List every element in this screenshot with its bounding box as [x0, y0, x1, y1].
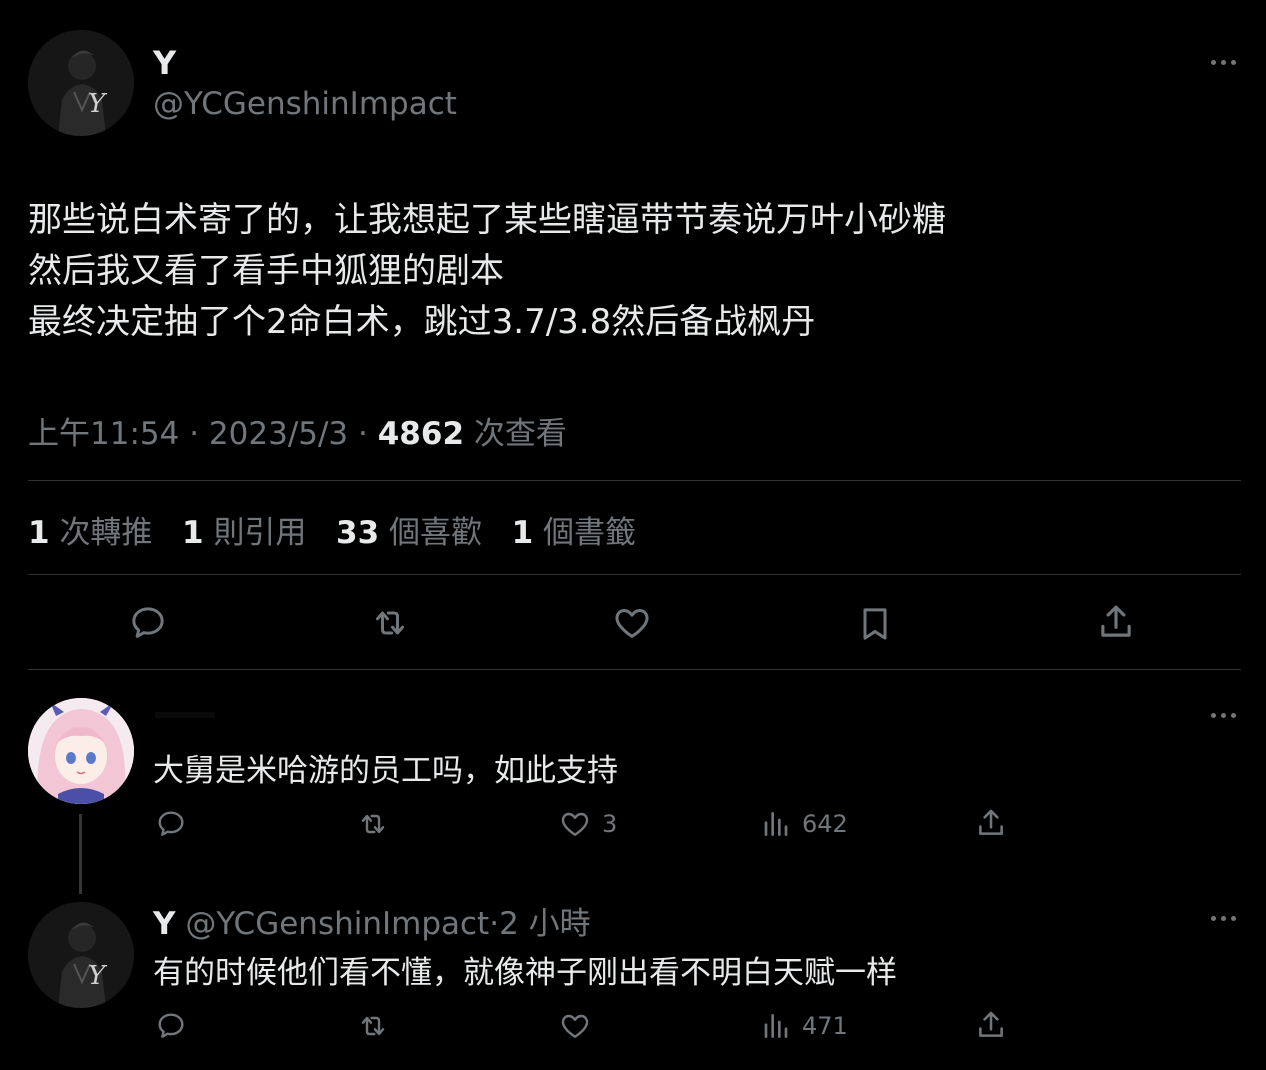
- more-options-button[interactable]: [1203, 908, 1243, 928]
- share-button[interactable]: [1095, 601, 1137, 643]
- meta-separator: ·: [358, 416, 368, 452]
- retweet-icon: [361, 814, 385, 834]
- reply-icon: [158, 811, 184, 836]
- retweet-button[interactable]: [356, 808, 390, 840]
- author-avatar[interactable]: Y: [28, 30, 134, 136]
- tweet-text: 那些说白术寄了的，让我想起了某些瞎逼带节奏说万叶小砂糖 然后我又看了看手中狐狸的…: [28, 195, 946, 348]
- like-count-link[interactable]: 33 個喜歡: [336, 515, 482, 551]
- like-button[interactable]: [611, 603, 653, 643]
- more-dot-icon: [1220, 712, 1226, 718]
- anime-avatar-image: [28, 698, 134, 804]
- reply-icon: [158, 1013, 184, 1038]
- like-button[interactable]: [558, 1010, 592, 1042]
- analytics-icon: [764, 812, 788, 836]
- bookmark-icon: [863, 608, 887, 640]
- more-dot-icon: [1210, 59, 1216, 65]
- more-dot-icon: [1230, 915, 1236, 921]
- views-button[interactable]: 642: [760, 808, 848, 840]
- heart-icon: [561, 1014, 589, 1038]
- share-icon: [1101, 605, 1131, 637]
- divider: [28, 480, 1241, 481]
- share-icon: [979, 1011, 1003, 1037]
- more-options-button[interactable]: [1203, 52, 1243, 72]
- tweet-date[interactable]: 2023/5/3: [209, 416, 348, 452]
- engagement-stats: 1 次轉推 1 則引用 33 個喜歡 1 個書籤: [28, 507, 636, 552]
- bookmark-button[interactable]: [855, 603, 895, 645]
- retweet-count-link[interactable]: 1 次轉推: [28, 515, 152, 551]
- tweet-line: 那些说白术寄了的，让我想起了某些瞎逼带节奏说万叶小砂糖: [28, 200, 946, 240]
- reply-button[interactable]: [155, 808, 187, 840]
- retweet-icon: [361, 1016, 385, 1036]
- view-count: 642: [802, 810, 848, 838]
- more-dot-icon: [1230, 59, 1236, 65]
- reply-text: 有的时候他们看不懂，就像神子刚出看不明白天赋一样: [153, 955, 897, 991]
- views-button[interactable]: 471: [760, 1010, 848, 1042]
- thread-line: [79, 814, 82, 894]
- author-handle[interactable]: @YCGenshinImpact: [185, 906, 489, 942]
- heart-icon: [615, 609, 649, 638]
- more-options-button[interactable]: [1203, 705, 1243, 725]
- more-dot-icon: [1220, 915, 1226, 921]
- view-count: 4862: [377, 416, 465, 452]
- share-icon: [979, 809, 1003, 835]
- author-name[interactable]: Y: [153, 44, 176, 82]
- redacted-name: [155, 712, 215, 718]
- divider: [28, 574, 1241, 575]
- divider: [28, 669, 1241, 670]
- tweet-line: 最终决定抽了个2命白术，跳过3.7/3.8然后备战枫丹: [28, 302, 816, 342]
- more-dot-icon: [1220, 59, 1226, 65]
- tweet-meta: 上午11:54 · 2023/5/3 · 4862 次查看: [28, 408, 567, 453]
- like-count: 3: [602, 810, 618, 838]
- tweet-time[interactable]: 上午11:54: [28, 416, 179, 452]
- meta-separator: ·: [489, 906, 500, 942]
- quote-count-link[interactable]: 1 則引用: [182, 515, 306, 551]
- more-dot-icon: [1210, 712, 1216, 718]
- retweet-button[interactable]: [356, 1010, 390, 1042]
- analytics-icon: [764, 1014, 788, 1038]
- svg-text:Y: Y: [88, 89, 108, 119]
- like-button[interactable]: 3: [558, 808, 617, 840]
- retweet-icon: [376, 611, 404, 635]
- author-name[interactable]: Y: [153, 906, 175, 942]
- more-dot-icon: [1230, 712, 1236, 718]
- meta-separator: ·: [189, 416, 200, 452]
- author-handle[interactable]: @YCGenshinImpact: [153, 86, 457, 122]
- reply-text: 大舅是米哈游的员工吗，如此支持: [153, 753, 618, 789]
- avatar-image: Y: [28, 30, 134, 136]
- reply-header: Y @YCGenshinImpact·2 小時: [153, 898, 591, 943]
- heart-icon: [561, 812, 589, 836]
- tweet-line: 然后我又看了看手中狐狸的剧本: [28, 251, 504, 291]
- reply-time[interactable]: 2 小時: [499, 906, 591, 942]
- bookmark-count-link[interactable]: 1 個書籤: [512, 515, 636, 551]
- reply-icon: [132, 607, 164, 638]
- view-count-label: 次查看: [473, 416, 567, 452]
- retweet-button[interactable]: [369, 603, 411, 643]
- svg-text:Y: Y: [88, 961, 108, 991]
- author-avatar[interactable]: Y: [28, 902, 134, 1008]
- reply-button[interactable]: [155, 1010, 187, 1042]
- more-dot-icon: [1210, 915, 1216, 921]
- reply-button[interactable]: [128, 603, 168, 643]
- reply-avatar[interactable]: [28, 698, 134, 804]
- avatar-image: Y: [28, 902, 134, 1008]
- view-count: 471: [802, 1012, 848, 1040]
- share-button[interactable]: [974, 1008, 1008, 1042]
- share-button[interactable]: [974, 806, 1008, 840]
